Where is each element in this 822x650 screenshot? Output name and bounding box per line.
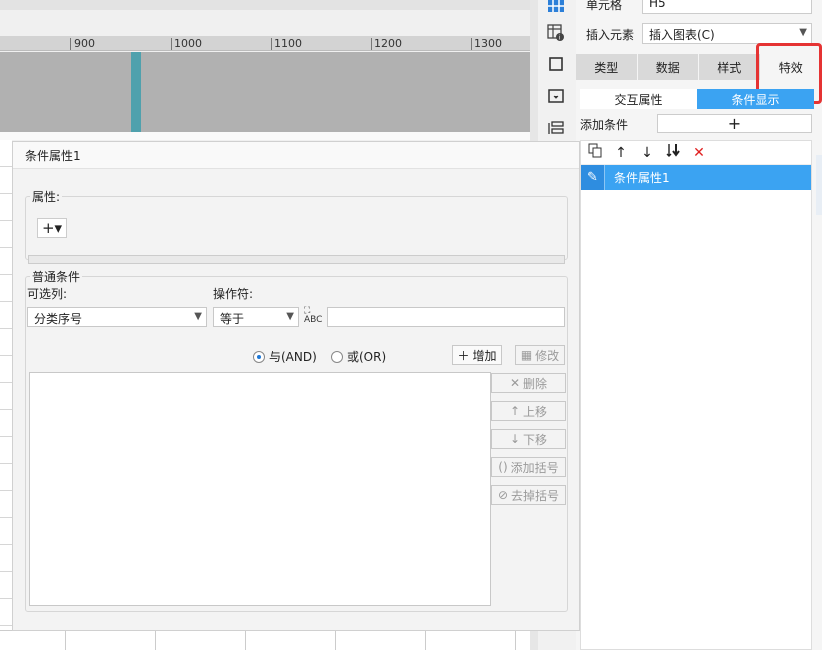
arrow-up-icon[interactable]: ↑ (613, 145, 629, 161)
sheet-grid-left (0, 140, 12, 650)
column-select[interactable]: 分类序号 ▼ (27, 307, 207, 327)
operator-label: 操作符: (213, 287, 254, 301)
layout-icon[interactable] (546, 118, 566, 138)
insert-element-value: 插入图表(C) (649, 28, 715, 42)
widget-icon[interactable] (546, 86, 566, 106)
canvas-gap (0, 132, 530, 140)
condition-list: ↑ ↓ ✕ ✎ 条件属性1 (580, 140, 812, 650)
modify-icon: ▦ (520, 348, 533, 362)
condition-list-item[interactable]: ✎ 条件属性1 (581, 165, 811, 190)
radio-or[interactable]: 或(OR) (331, 348, 386, 365)
delete-icon[interactable]: ✕ (691, 145, 707, 161)
tab-type[interactable]: 类型 (576, 54, 637, 80)
condition-value-input[interactable] (327, 307, 565, 327)
arrow-down-icon[interactable]: ↓ (639, 145, 655, 161)
add-condition-row: 添加条件 + (580, 114, 816, 134)
sheet-grid-bottom (0, 630, 540, 650)
chevron-down-icon: ▼ (286, 311, 294, 322)
subtab-condition-display[interactable]: 条件显示 (697, 89, 814, 109)
frame-icon[interactable] (546, 54, 566, 74)
ruler-tick (171, 38, 172, 50)
effects-subtabs: 交互属性 条件显示 (580, 89, 816, 109)
pencil-icon[interactable]: ✎ (581, 165, 605, 190)
plus-icon: ＋ (457, 348, 470, 363)
attribute-list-bar (28, 255, 565, 264)
delete-button-label: 删除 (523, 376, 548, 391)
ruler-tick (471, 38, 472, 50)
modify-button-label: 修改 (535, 348, 560, 363)
tab-data[interactable]: 数据 (637, 54, 698, 80)
ruler-tick (271, 38, 272, 50)
condition-toolbar: ↑ ↓ ✕ (581, 141, 811, 165)
ruler-tick (371, 38, 372, 50)
modify-button[interactable]: ▦ 修改 (515, 345, 565, 365)
radio-or-label: 或(OR) (347, 350, 387, 364)
add-button[interactable]: ＋ 增加 (452, 345, 502, 365)
radio-and-label: 与(AND) (269, 350, 317, 364)
horizontal-ruler: 900 1000 1100 1200 1300 (0, 36, 530, 51)
close-icon: ✕ (509, 376, 521, 390)
remove-bracket-button[interactable]: ⊘ 去掉括号 (491, 485, 566, 505)
abc-formula-icon[interactable]: ⛶ ABC (304, 307, 322, 325)
grid-icon[interactable] (546, 0, 566, 16)
condition-expression-area[interactable] (29, 372, 491, 606)
move-up-button-label: 上移 (523, 404, 548, 419)
cell-row: 单元格 H5 (576, 0, 822, 15)
cell-field[interactable]: H5 (642, 0, 812, 14)
property-panel: 单元格 H5 插入元素 插入图表(C) ▼ 类型 数据 样式 特效 交互属性 条… (576, 0, 822, 650)
add-button-label: 增加 (472, 348, 497, 363)
radio-and[interactable]: 与(AND) (253, 348, 317, 365)
move-to-bottom-icon[interactable] (665, 143, 681, 162)
arrow-down-icon: ↓ (509, 432, 521, 446)
bracket-icon: () (498, 460, 508, 474)
condition-attribute-dialog: 条件属性1 属性: +▾ 普通条件 可选列: 操作符: 分类序号 ▼ 等于 ▼ … (12, 141, 580, 631)
ruler-label: 1200 (374, 37, 402, 50)
add-attribute-button[interactable]: +▾ (37, 218, 67, 238)
delete-button[interactable]: ✕ 删除 (491, 373, 566, 393)
ruler-label: 1300 (474, 37, 502, 50)
insert-element-label: 插入元素 (586, 28, 635, 42)
ruler-label: 900 (74, 37, 95, 50)
chevron-down-icon: ▼ (194, 311, 202, 322)
table-settings-icon[interactable]: i (546, 23, 566, 43)
chevron-down-icon: ▼ (799, 27, 807, 38)
remove-bracket-button-label: 去掉括号 (511, 488, 560, 503)
condition-item-name: 条件属性1 (614, 171, 670, 185)
insert-element-select[interactable]: 插入图表(C) ▼ (642, 23, 812, 44)
add-bracket-button[interactable]: () 添加括号 (491, 457, 566, 477)
ruler-label: 1000 (174, 37, 202, 50)
radio-or-dot (331, 350, 343, 363)
attributes-legend: 属性: (32, 190, 61, 204)
top-strip (0, 0, 530, 10)
radio-and-dot (253, 350, 265, 363)
column-select-value: 分类序号 (34, 312, 83, 326)
column-label: 可选列: (27, 287, 68, 301)
panel-edge (816, 155, 822, 215)
move-down-button-label: 下移 (523, 432, 548, 447)
canvas-column-marker (131, 52, 141, 132)
move-up-button[interactable]: ↑ 上移 (491, 401, 566, 421)
cell-label: 单元格 (586, 0, 623, 12)
general-condition-legend: 普通条件 (32, 270, 81, 284)
operator-select[interactable]: 等于 ▼ (213, 307, 299, 327)
attributes-group: 属性: +▾ (25, 188, 568, 264)
copy-icon[interactable] (587, 143, 603, 162)
add-condition-label: 添加条件 (580, 118, 629, 132)
ruler-tick (70, 38, 71, 50)
subtab-interaction[interactable]: 交互属性 (580, 89, 697, 109)
operator-select-value: 等于 (220, 312, 245, 326)
add-condition-button[interactable]: + (657, 114, 812, 133)
tab-style[interactable]: 样式 (699, 54, 760, 80)
move-down-button[interactable]: ↓ 下移 (491, 429, 566, 449)
add-bracket-button-label: 添加括号 (510, 460, 559, 475)
chart-canvas-area[interactable] (0, 52, 530, 132)
arrow-up-icon: ↑ (509, 404, 521, 418)
remove-bracket-icon: ⊘ (497, 488, 509, 502)
insert-element-row: 插入元素 插入图表(C) ▼ (576, 23, 822, 45)
dialog-title: 条件属性1 (13, 142, 579, 169)
ruler-label: 1100 (274, 37, 302, 50)
